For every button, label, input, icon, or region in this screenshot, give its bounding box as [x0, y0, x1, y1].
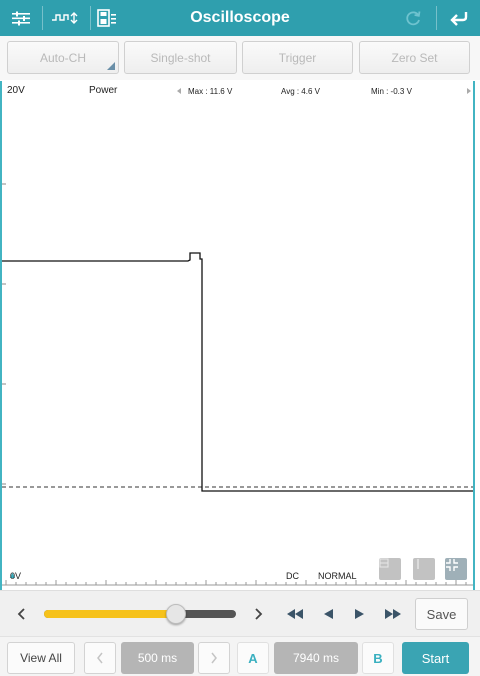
toolbar-divider — [436, 6, 437, 30]
cursor-value: 7940 ms — [292, 651, 340, 665]
timebase-display: 500 ms — [121, 642, 194, 674]
dropdown-corner-icon — [107, 62, 115, 70]
cursor-value-display: 7940 ms — [274, 642, 358, 674]
play-icon — [355, 609, 364, 619]
timebase-decrease-button[interactable] — [84, 642, 116, 674]
chevron-right-icon — [255, 608, 263, 620]
single-shot-button[interactable]: Single-shot — [124, 41, 237, 74]
vertical-cursor-icon — [417, 559, 419, 569]
time-ruler-ticks — [5, 580, 467, 585]
screenshot-button[interactable] — [379, 558, 401, 580]
zero-set-label: Zero Set — [391, 50, 438, 65]
top-bar: Oscilloscope — [0, 0, 480, 36]
slider-fill — [44, 610, 177, 618]
range-label: 20V — [7, 85, 25, 96]
auto-ch-label: Auto-CH — [39, 50, 86, 65]
playback-bar: Save — [0, 590, 480, 636]
waveform-icon[interactable] — [45, 0, 87, 36]
waveform-plot — [2, 183, 473, 586]
toolbar-divider — [42, 6, 43, 30]
scroll-right-icon[interactable] — [467, 88, 471, 94]
single-shot-label: Single-shot — [150, 50, 211, 65]
start-label: Start — [421, 650, 450, 666]
max-readout: Max : 11.6 V — [188, 87, 233, 96]
scope-display[interactable]: 20V Power Max : 11.6 V Avg : 4.6 V Min :… — [0, 81, 475, 590]
timebase-increase-button[interactable] — [198, 642, 230, 674]
step-forward-button[interactable] — [346, 591, 374, 637]
position-slider[interactable] — [44, 610, 236, 618]
trigger-button[interactable]: Trigger — [242, 41, 353, 74]
fast-forward-icon — [385, 609, 401, 619]
back-icon[interactable] — [440, 0, 476, 36]
zoom-button[interactable] — [445, 558, 467, 580]
trigger-label: Trigger — [278, 50, 317, 65]
save-button[interactable]: Save — [415, 598, 468, 630]
trigger-mode-label: NORMAL — [318, 571, 357, 581]
sliders-icon[interactable] — [4, 0, 38, 36]
zero-volt-label: 0V — [10, 571, 22, 581]
min-readout: Min : -0.3 V — [371, 87, 412, 96]
cursor-a-label: A — [248, 650, 258, 666]
zero-set-button[interactable]: Zero Set — [359, 41, 470, 74]
chevron-left-icon — [97, 652, 103, 664]
cursor-b-button[interactable]: B — [362, 642, 394, 674]
channel-label: Power — [89, 85, 118, 96]
play-back-icon — [324, 609, 333, 619]
rewind-button[interactable] — [280, 591, 310, 637]
fast-forward-button[interactable] — [378, 591, 408, 637]
save-label: Save — [426, 606, 457, 622]
slider-thumb[interactable] — [166, 604, 187, 624]
view-all-label: View All — [20, 651, 62, 665]
rewind-icon — [287, 609, 303, 619]
grid-icon — [379, 558, 389, 568]
signal-trace — [2, 252, 473, 492]
collapse-icon — [446, 559, 458, 571]
cursor-b-label: B — [373, 650, 383, 666]
chevron-left-icon — [17, 608, 25, 620]
coupling-label: DC — [286, 571, 299, 581]
control-buttons-row: Auto-CH Single-shot Trigger Zero Set — [0, 36, 480, 80]
scroll-left-icon[interactable] — [177, 88, 181, 94]
bottom-toolbar: View All 500 ms A 7940 ms B Start — [0, 636, 480, 676]
view-all-button[interactable]: View All — [7, 642, 75, 674]
refresh-icon[interactable] — [396, 0, 430, 36]
save-file-icon[interactable] — [92, 0, 122, 36]
chevron-right-icon — [211, 652, 217, 664]
auto-ch-button[interactable]: Auto-CH — [7, 41, 119, 74]
cursor-a-button[interactable]: A — [237, 642, 269, 674]
avg-readout: Avg : 4.6 V — [281, 87, 320, 96]
step-back-button[interactable] — [314, 591, 342, 637]
toolbar-divider — [90, 6, 91, 30]
cursor-button[interactable] — [413, 558, 435, 580]
start-button[interactable]: Start — [402, 642, 469, 674]
slider-right-button[interactable] — [246, 591, 272, 637]
slider-left-button[interactable] — [8, 591, 34, 637]
timebase-value: 500 ms — [137, 651, 178, 665]
